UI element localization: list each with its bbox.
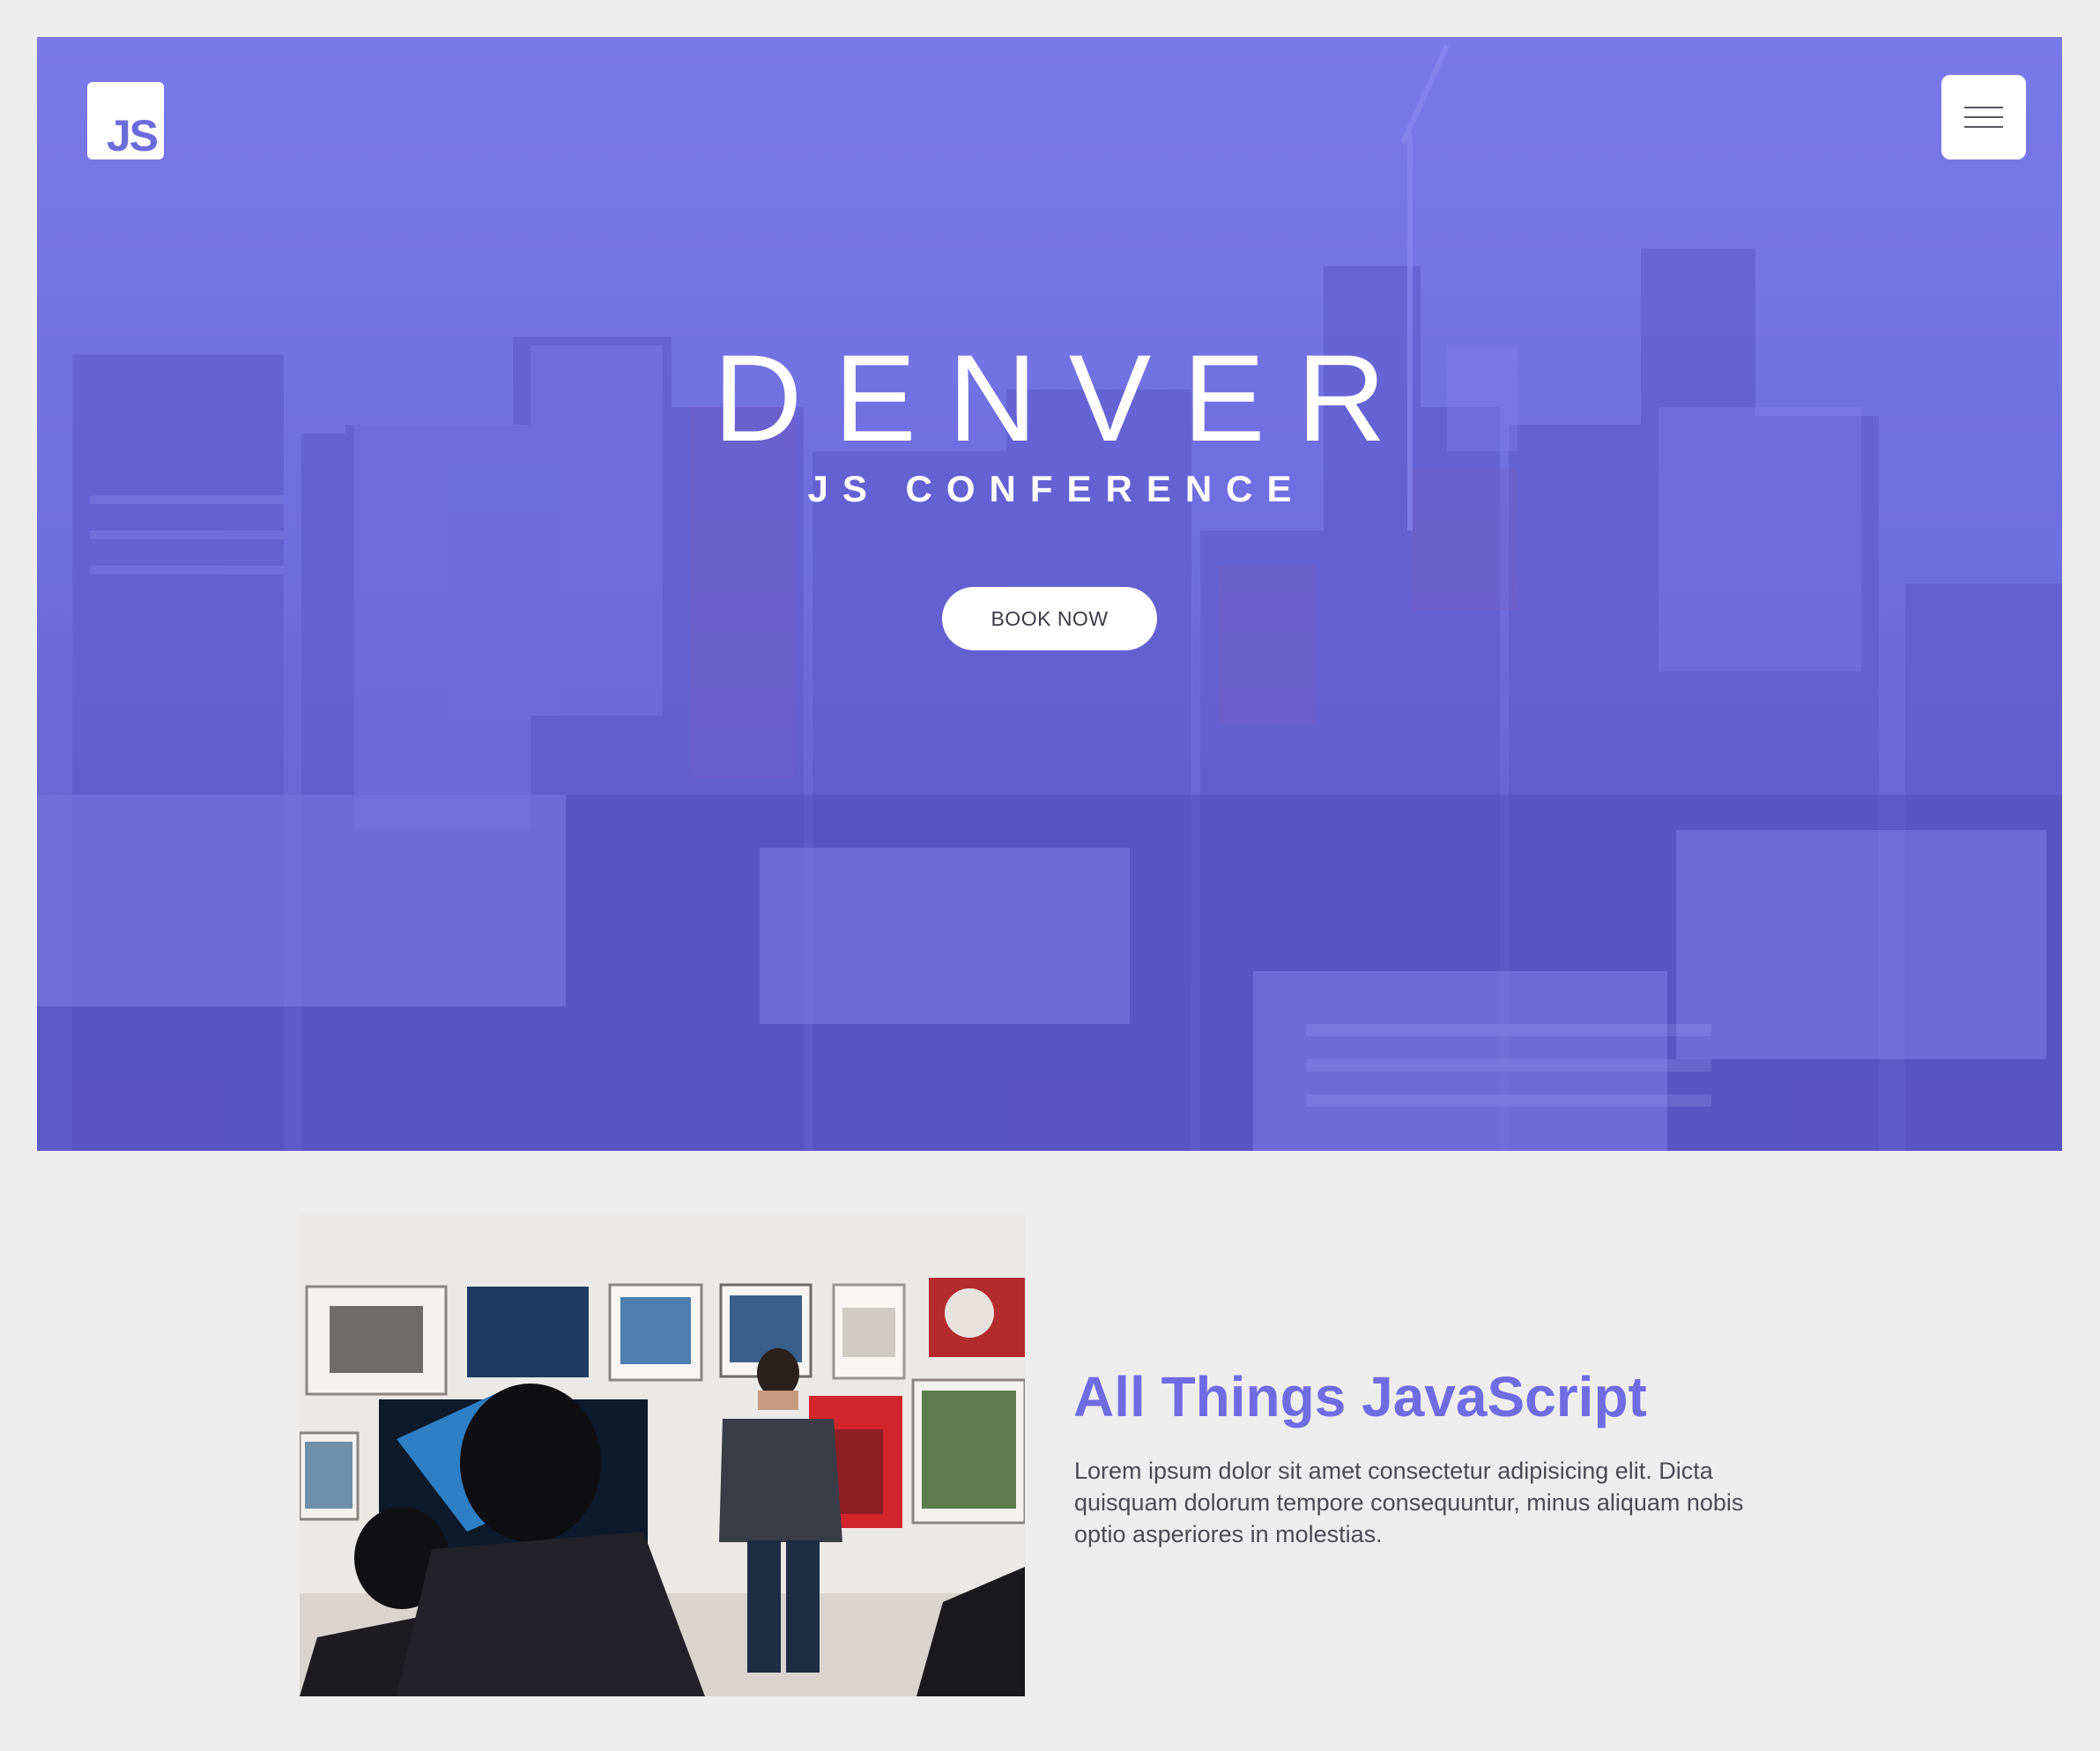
js-logo[interactable]: JS xyxy=(87,82,164,160)
menu-line xyxy=(1964,116,2003,118)
hamburger-menu-icon[interactable] xyxy=(1941,75,2026,160)
logo-text: JS xyxy=(106,111,159,160)
book-now-button[interactable]: BOOK NOW xyxy=(942,587,1157,650)
feature-body-text: Lorem ipsum dolor sit amet consectetur a… xyxy=(1074,1458,1744,1547)
menu-line xyxy=(1964,126,2003,128)
menu-line xyxy=(1964,107,2003,108)
feature-heading: All Things JavaScript xyxy=(1073,1365,1647,1428)
hero-banner: JS DENVER JS CONFERENCE BOOK NOW xyxy=(37,37,2062,1151)
hero-subtitle: JS CONFERENCE xyxy=(807,468,1306,509)
hero-title: DENVER xyxy=(713,329,1418,467)
feature-image xyxy=(300,1214,1025,1696)
